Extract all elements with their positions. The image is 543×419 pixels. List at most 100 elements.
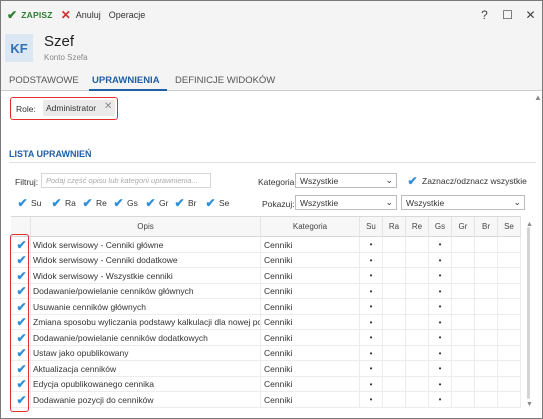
row-checkbox-highlight: [10, 234, 29, 412]
tab-bar: PODSTAWOWE UPRAWNIENIA DEFINICJE WIDOKÓW: [1, 70, 542, 91]
toggle-all-checkbox[interactable]: ✔ Zaznacz/odznacz wszystkie: [407, 175, 527, 187]
cell-kategoria: Cenniki: [261, 268, 360, 284]
flag-check-gs[interactable]: ✔ Gs: [113, 197, 137, 209]
cell-re: [406, 330, 429, 346]
cell-kategoria: Cenniki: [261, 237, 360, 253]
column-header-ra[interactable]: Ra: [383, 217, 406, 237]
toggle-all-label: Zaznacz/odznacz wszystkie: [422, 175, 527, 186]
save-label: ZAPISZ: [21, 9, 53, 20]
table-row[interactable]: ✔ Widok serwisowy - Wszystkie cenniki Cenn…: [11, 268, 521, 284]
maximize-button[interactable]: ☐: [496, 1, 519, 28]
roles-label: Role:: [16, 104, 36, 114]
flag-check-ra[interactable]: ✔ Ra: [51, 197, 76, 209]
cell-se: [498, 345, 521, 361]
cell-opis: Widok serwisowy - Cenniki główne: [31, 237, 261, 253]
table-row[interactable]: ✔ Dodawanie pozycji do cenników Cenniki • •: [11, 392, 521, 408]
cell-kategoria: Cenniki: [261, 252, 360, 268]
cell-opis: Widok serwisowy - Wszystkie cenniki: [31, 268, 261, 284]
cell-re: [406, 314, 429, 330]
cell-re: [406, 252, 429, 268]
column-header-kategoria[interactable]: Kategoria: [261, 217, 360, 237]
scrollbar-thumb[interactable]: [527, 227, 530, 399]
filter-input[interactable]: Podaj część opisu lub kategorii uprawnie…: [41, 173, 211, 188]
table-row[interactable]: ✔ Ustaw jako opublikowany Cenniki • •: [11, 345, 521, 361]
cell-kategoria: Cenniki: [261, 299, 360, 315]
category-value: Wszystkie: [300, 176, 339, 186]
flag-check-re[interactable]: ✔ Re: [82, 197, 106, 209]
cell-ra: [383, 361, 406, 377]
tab-uprawnienia[interactable]: UPRAWNIENIA: [92, 75, 160, 86]
column-header-re[interactable]: Re: [406, 217, 429, 237]
table-row[interactable]: ✔ Usuwanie cenników głównych Cenniki • •: [11, 299, 521, 315]
flag-label: Br: [188, 197, 197, 208]
flag-check-gr[interactable]: ✔ Gr: [145, 197, 168, 209]
cell-kategoria: Cenniki: [261, 361, 360, 377]
cell-se: [498, 237, 521, 253]
flag-label: Ra: [65, 197, 76, 208]
column-header-gr[interactable]: Gr: [452, 217, 475, 237]
cell-gs: •: [429, 283, 452, 299]
show-select[interactable]: Wszystkie ⌄: [295, 195, 397, 210]
cell-re: [406, 345, 429, 361]
cell-se: [498, 330, 521, 346]
operations-label: Operacje: [108, 9, 146, 20]
flag-check-su[interactable]: ✔ Su: [17, 197, 41, 209]
save-button[interactable]: ✔ ZAPISZ: [1, 1, 57, 28]
column-header-su[interactable]: Su: [360, 217, 383, 237]
cell-opis: Dodawanie/powielanie cenników głównych: [31, 283, 261, 299]
account-header: KF Szef Konto Szefa: [1, 28, 542, 70]
scroll-up-icon[interactable]: ▲: [534, 93, 542, 102]
cell-re: [406, 237, 429, 253]
cell-su: •: [360, 392, 383, 408]
cancel-x-icon: ✕: [60, 7, 71, 22]
table-row[interactable]: ✔ Edycja opublikowanego cennika Cenniki • •: [11, 376, 521, 392]
cell-br: [475, 376, 498, 392]
cell-ra: [383, 345, 406, 361]
checkmark-icon: ✔: [7, 7, 18, 22]
cell-kategoria: Cenniki: [261, 314, 360, 330]
table-row[interactable]: ✔ Dodawanie/powielanie cenników dodatkowy…: [11, 330, 521, 346]
category-select[interactable]: Wszystkie ⌄: [295, 173, 397, 188]
cell-su: •: [360, 252, 383, 268]
cell-gr: [452, 237, 475, 253]
cell-kategoria: Cenniki: [261, 376, 360, 392]
cell-ra: [383, 392, 406, 408]
role-chip[interactable]: Administrator ✕: [43, 100, 115, 116]
operations-menu[interactable]: Operacje: [105, 1, 150, 28]
flag-check-br[interactable]: ✔ Br: [174, 197, 197, 209]
table-row[interactable]: ✔ Dodawanie/powielanie cenników głównych C…: [11, 283, 521, 299]
cell-gr: [452, 361, 475, 377]
tab-podstawowe[interactable]: PODSTAWOWE: [9, 75, 79, 86]
column-header-opis[interactable]: Opis: [31, 217, 261, 237]
chevron-down-icon: ⌄: [385, 197, 393, 207]
table-row[interactable]: ✔ Widok serwisowy - Cenniki główne Cenniki…: [11, 237, 521, 253]
help-button[interactable]: ?: [473, 1, 496, 28]
cell-opis: Dodawanie pozycji do cenników: [31, 392, 261, 408]
cell-su: •: [360, 330, 383, 346]
cell-opis: Edycja opublikowanego cennika: [31, 376, 261, 392]
cell-opis: Widok serwisowy - Cenniki dodatkowe: [31, 252, 261, 268]
third-select[interactable]: Wszystkie ⌄: [401, 195, 525, 210]
cell-su: •: [360, 345, 383, 361]
cell-re: [406, 268, 429, 284]
cell-gr: [452, 299, 475, 315]
roles-field: Role: Administrator ✕: [10, 97, 118, 120]
column-header-gs[interactable]: Gs: [429, 217, 452, 237]
table-row[interactable]: ✔ Zmiana sposobu wyliczania podstawy kalk…: [11, 314, 521, 330]
flag-check-se[interactable]: ✔ Se: [205, 197, 229, 209]
tab-definicje-widokow[interactable]: DEFINICJE WIDOKÓW: [175, 75, 275, 86]
cancel-button[interactable]: ✕ Anuluj: [57, 1, 105, 28]
table-row[interactable]: ✔ Widok serwisowy - Cenniki dodatkowe Cenn…: [11, 252, 521, 268]
scroll-down-arrow-icon[interactable]: ▼: [526, 401, 533, 408]
remove-role-icon[interactable]: ✕: [104, 101, 112, 112]
table-row[interactable]: ✔ Aktualizacja cenników Cenniki • •: [11, 361, 521, 377]
column-header-br[interactable]: Br: [475, 217, 498, 237]
cell-su: •: [360, 299, 383, 315]
close-button[interactable]: ✕: [519, 1, 542, 28]
active-tab-indicator: [89, 89, 167, 91]
column-header-se[interactable]: Se: [498, 217, 521, 237]
permissions-window: ✔ ZAPISZ ✕ Anuluj Operacje ? ☐ ✕ KF Szef…: [0, 0, 543, 419]
cell-ra: [383, 237, 406, 253]
cell-se: [498, 376, 521, 392]
cell-opis: Aktualizacja cenników: [31, 361, 261, 377]
